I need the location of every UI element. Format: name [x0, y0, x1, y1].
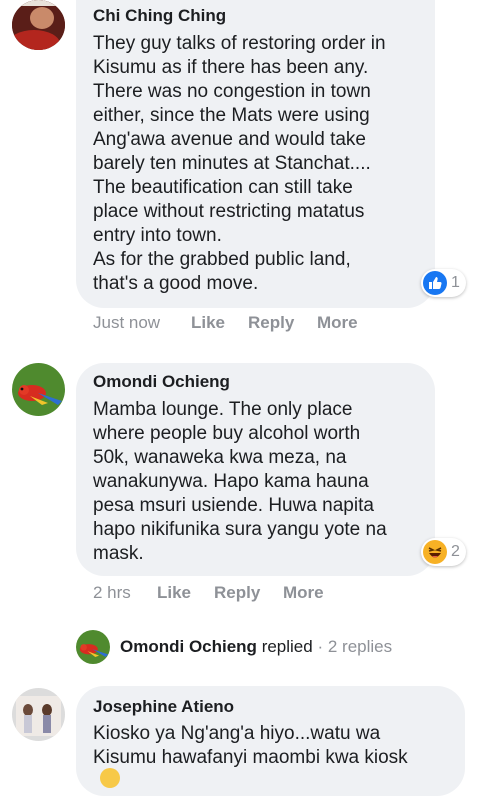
- comment-actions: 2 hrs Like Reply More: [93, 583, 324, 603]
- emoji-icon: [100, 768, 120, 788]
- reply-button[interactable]: Reply: [214, 583, 283, 603]
- reaction-badge[interactable]: 1: [421, 269, 466, 297]
- avatar[interactable]: [12, 688, 65, 741]
- avatar[interactable]: [12, 0, 65, 50]
- avatar[interactable]: [76, 630, 110, 664]
- reply-button[interactable]: Reply: [248, 313, 317, 333]
- like-button[interactable]: Like: [157, 583, 214, 603]
- replied-verb: replied: [261, 637, 313, 656]
- like-icon: [423, 271, 447, 295]
- reply-author: Omondi Ochieng: [120, 637, 257, 656]
- comment-author[interactable]: Chi Ching Ching: [93, 6, 226, 26]
- like-button[interactable]: Like: [191, 313, 248, 333]
- comment-author[interactable]: Omondi Ochieng: [93, 372, 230, 392]
- avatar[interactable]: [12, 363, 65, 416]
- haha-icon: [423, 540, 447, 564]
- more-button[interactable]: More: [283, 583, 324, 603]
- more-button[interactable]: More: [317, 313, 358, 333]
- comment-text: They guy talks of restoring order in Kis…: [93, 33, 386, 294]
- timestamp: 2 hrs: [93, 583, 131, 602]
- comment-actions: Just now Like Reply More: [93, 313, 358, 333]
- comment-text: Kiosko ya Ng'ang'a hiyo...watu wa Kisumu…: [93, 723, 408, 768]
- comment-author[interactable]: Josephine Atieno: [93, 697, 234, 717]
- reaction-count: 1: [451, 274, 460, 291]
- comment-text: Mamba lounge. The only place where peopl…: [93, 399, 387, 564]
- timestamp: Just now: [93, 313, 161, 332]
- view-replies-link[interactable]: Omondi Ochieng replied · 2 replies: [120, 637, 392, 657]
- separator: ·: [317, 637, 324, 656]
- reaction-badge[interactable]: 2: [421, 538, 466, 566]
- reply-count: 2 replies: [327, 637, 393, 656]
- reaction-count: 2: [451, 543, 460, 560]
